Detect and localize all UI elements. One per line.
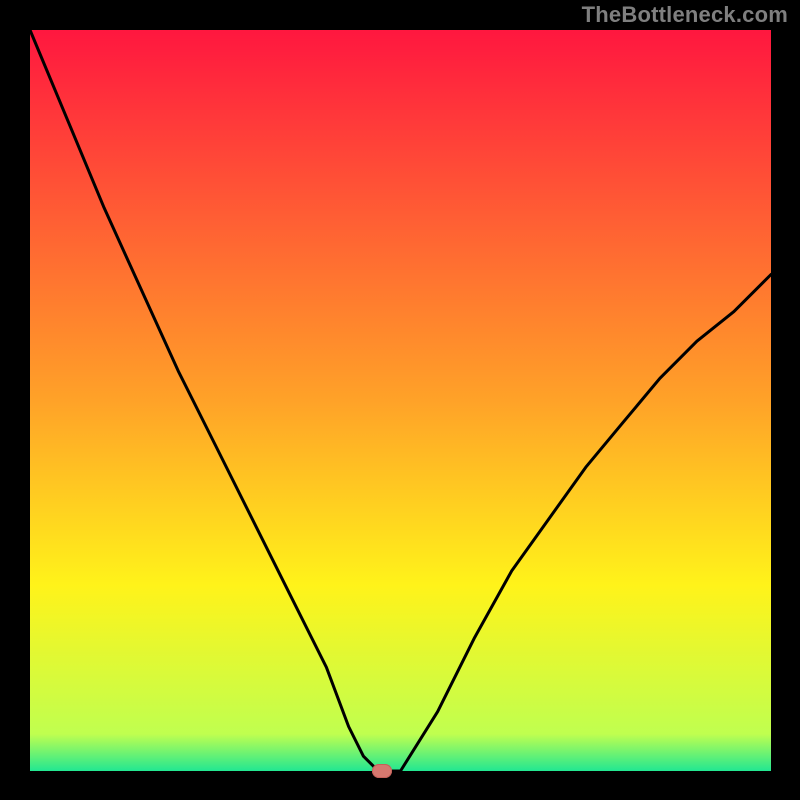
watermark-text: TheBottleneck.com [582,2,788,28]
chart-frame: TheBottleneck.com [0,0,800,800]
optimal-point-marker [372,764,392,778]
bottleneck-curve [0,0,800,800]
curve-path [30,30,771,771]
